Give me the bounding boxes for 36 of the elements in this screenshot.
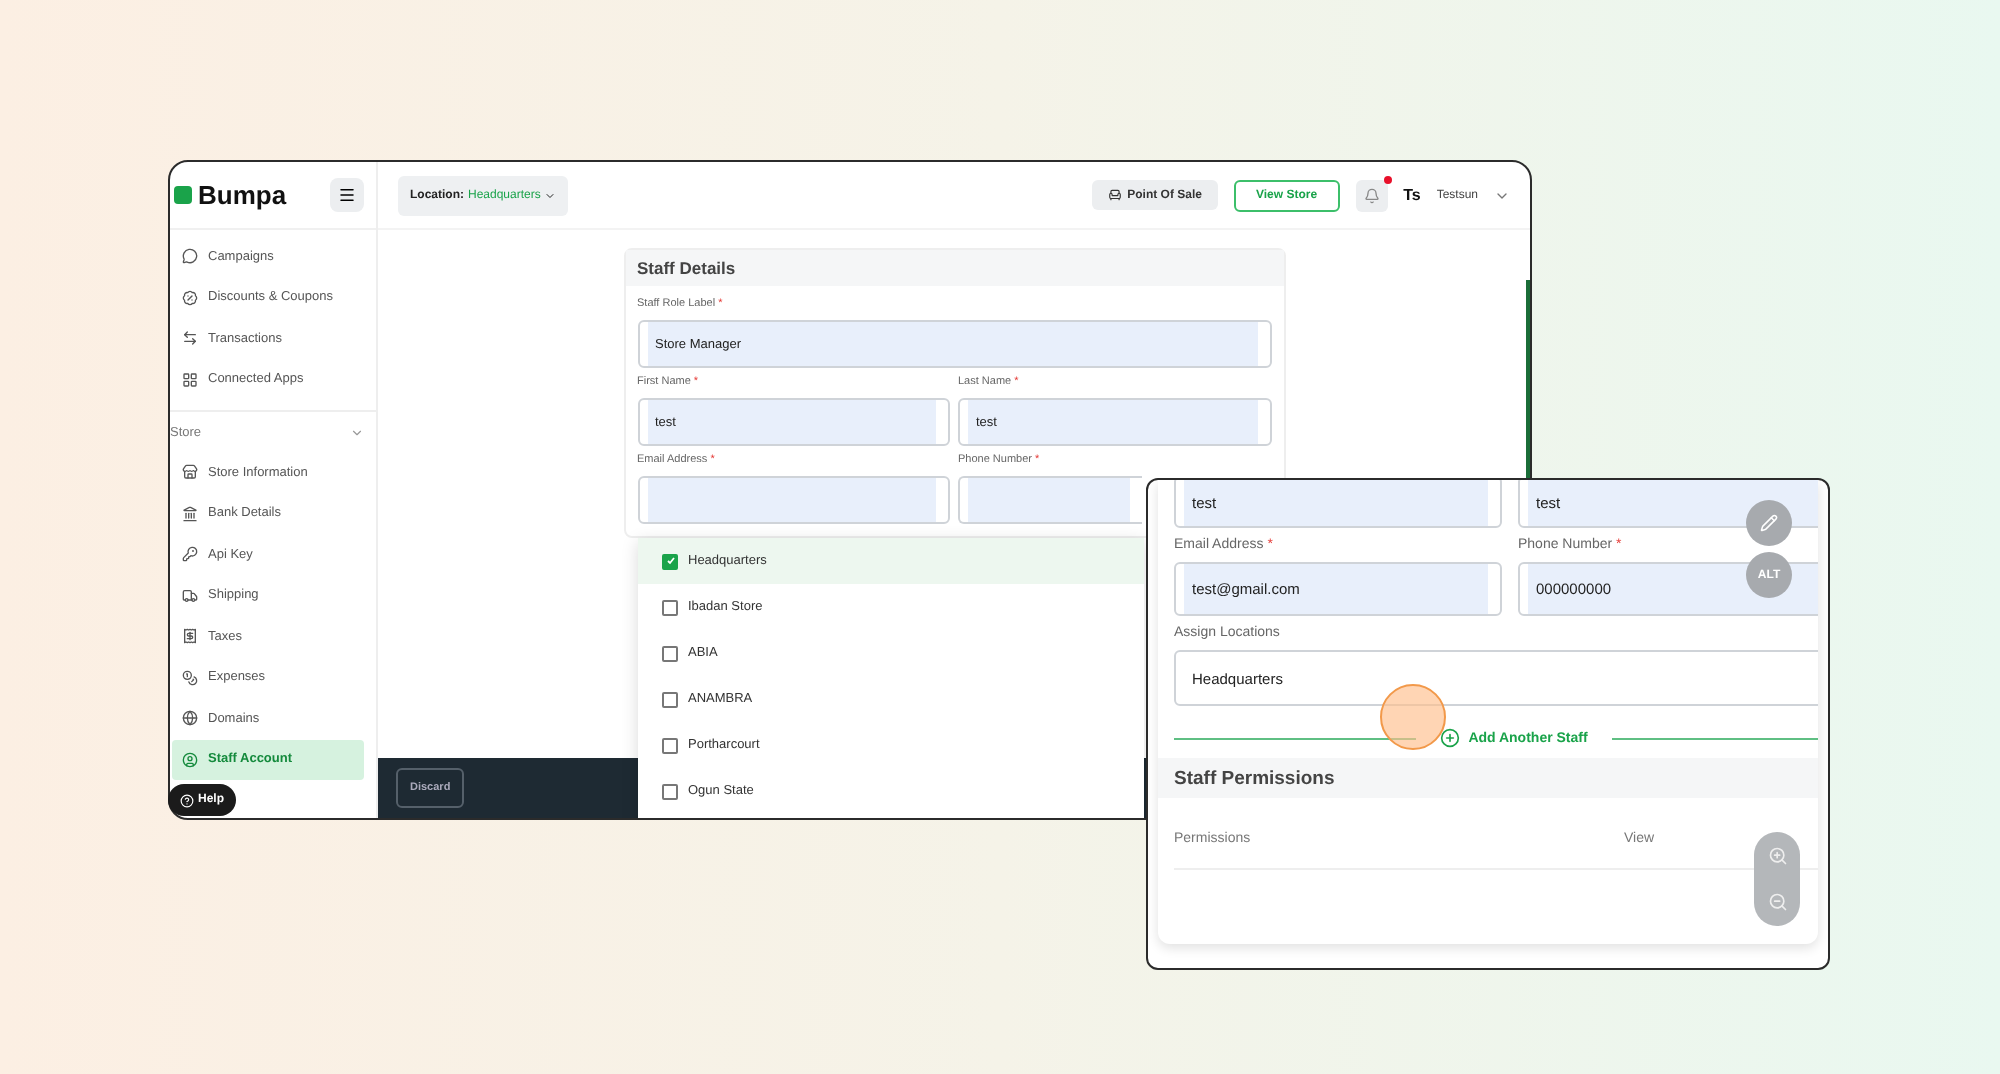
sidebar-item-icon <box>182 628 198 645</box>
sidebar-item-icon <box>182 464 198 481</box>
menu-button[interactable] <box>330 178 364 212</box>
sidebar-item-icon <box>182 248 198 265</box>
seat-icon <box>1107 188 1122 202</box>
sidebar-item-icon <box>182 371 198 388</box>
touch-indicator <box>1380 684 1446 750</box>
sidebar-item-icon <box>182 505 198 522</box>
input-field[interactable] <box>637 476 950 524</box>
input-field[interactable] <box>958 476 1142 524</box>
checkbox[interactable] <box>662 783 678 799</box>
sidebar-item-icon <box>182 289 198 306</box>
bell-icon <box>1363 187 1380 203</box>
plus-icon <box>1440 728 1461 748</box>
checkbox[interactable] <box>662 645 678 661</box>
notification-button[interactable] <box>1355 179 1388 211</box>
menu-icon <box>338 186 356 204</box>
sidebar-item-icon <box>182 587 198 604</box>
checkbox[interactable] <box>662 691 678 707</box>
sidebar-item-icon <box>182 669 198 686</box>
caret-icon <box>544 189 557 201</box>
section-title: Staff Permissions <box>1158 758 1818 798</box>
user-initials: Ts <box>1403 186 1421 204</box>
sidebar-item-icon <box>182 710 198 727</box>
logo: Bumpa <box>174 180 287 210</box>
chevron-down-icon[interactable] <box>350 425 364 439</box>
checkbox[interactable] <box>662 553 678 569</box>
checkbox[interactable] <box>662 599 678 615</box>
sidebar-item-icon <box>182 330 198 347</box>
sidebar-item-icon <box>182 751 198 768</box>
edit-button[interactable] <box>1746 500 1792 546</box>
pencil-icon <box>1760 514 1778 532</box>
help-icon <box>180 793 194 807</box>
card-title: Staff Details <box>625 250 1283 286</box>
checkbox[interactable] <box>662 737 678 753</box>
sidebar-item-icon <box>182 546 198 563</box>
